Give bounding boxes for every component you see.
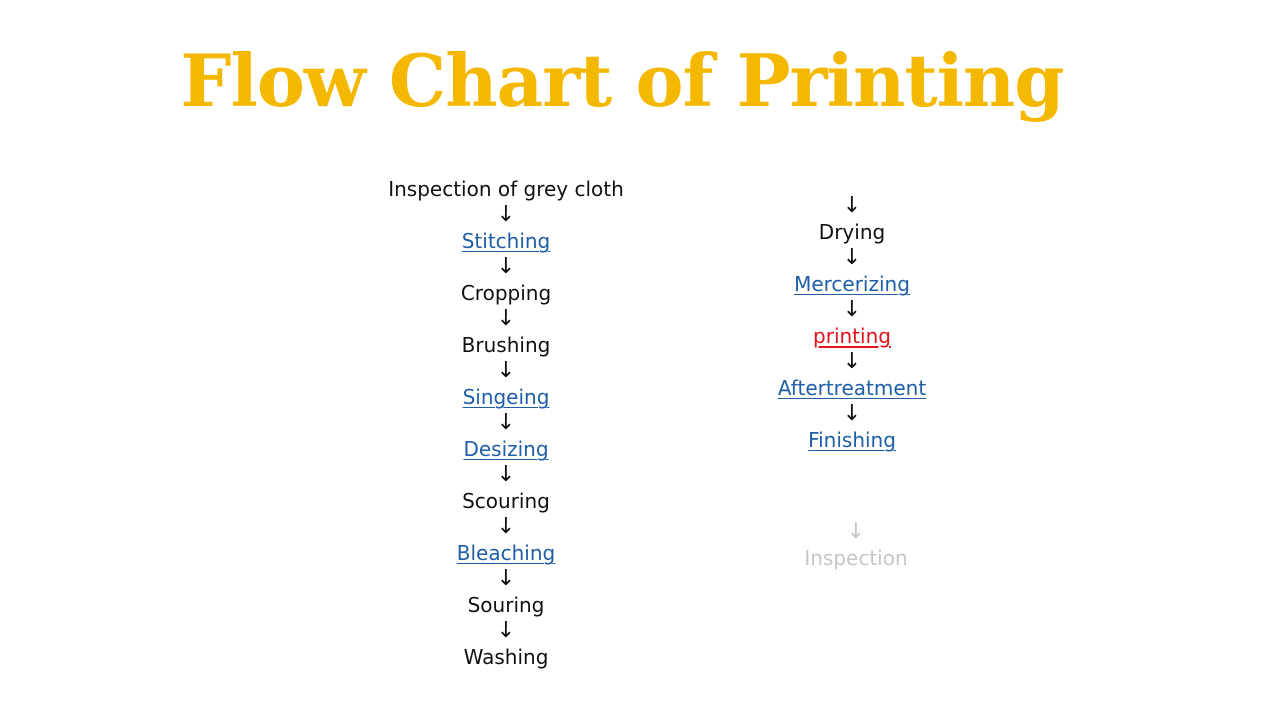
flow-column-right: ↓ Drying ↓ Mercerizing ↓ printing ↓ Aftertreatm… <box>752 192 952 452</box>
faded-step-group: ↓ Inspection <box>752 518 960 570</box>
flow-step-inspection-faded: Inspection <box>804 546 908 570</box>
arrow-down-icon: ↓ <box>842 401 862 426</box>
arrow-down-icon: ↓ <box>496 202 516 227</box>
flow-step-printing[interactable]: printing <box>813 324 891 348</box>
arrow-down-icon: ↓ <box>496 306 516 331</box>
arrow-down-icon: ↓ <box>496 462 516 487</box>
flow-step-washing: Washing <box>463 645 549 669</box>
flow-step-bleaching[interactable]: Bleaching <box>457 541 555 565</box>
flow-step-cropping: Cropping <box>460 281 552 305</box>
arrow-down-icon: ↓ <box>846 519 866 544</box>
flow-step-singeing[interactable]: Singeing <box>463 385 550 409</box>
flow-step-desizing[interactable]: Desizing <box>463 437 548 461</box>
arrow-down-icon: ↓ <box>496 618 516 643</box>
page-title: Flow Chart of Printing <box>180 38 1064 123</box>
flow-step-stitching[interactable]: Stitching <box>462 229 551 253</box>
arrow-down-icon: ↓ <box>496 566 516 591</box>
flow-column-left: Inspection of grey cloth ↓ Stitching ↓ Cropp… <box>378 177 634 669</box>
flow-step-brushing: Brushing <box>461 333 551 357</box>
flow-step-aftertreatment[interactable]: Aftertreatment <box>778 376 926 400</box>
arrow-down-icon: ↓ <box>842 193 862 218</box>
flow-step-inspection-of-grey-cloth: Inspection of grey cloth <box>388 177 624 201</box>
flow-step-mercerizing[interactable]: Mercerizing <box>794 272 910 296</box>
arrow-down-icon: ↓ <box>496 254 516 279</box>
arrow-down-icon: ↓ <box>496 410 516 435</box>
arrow-down-icon: ↓ <box>842 245 862 270</box>
arrow-down-icon: ↓ <box>496 358 516 383</box>
flow-step-scouring: Scouring <box>462 489 550 513</box>
flow-step-souring: Souring <box>467 593 545 617</box>
arrow-down-icon: ↓ <box>842 297 862 322</box>
arrow-down-icon: ↓ <box>842 349 862 374</box>
flow-step-finishing[interactable]: Finishing <box>808 428 896 452</box>
arrow-down-icon: ↓ <box>496 514 516 539</box>
flow-step-drying: Drying <box>818 220 886 244</box>
